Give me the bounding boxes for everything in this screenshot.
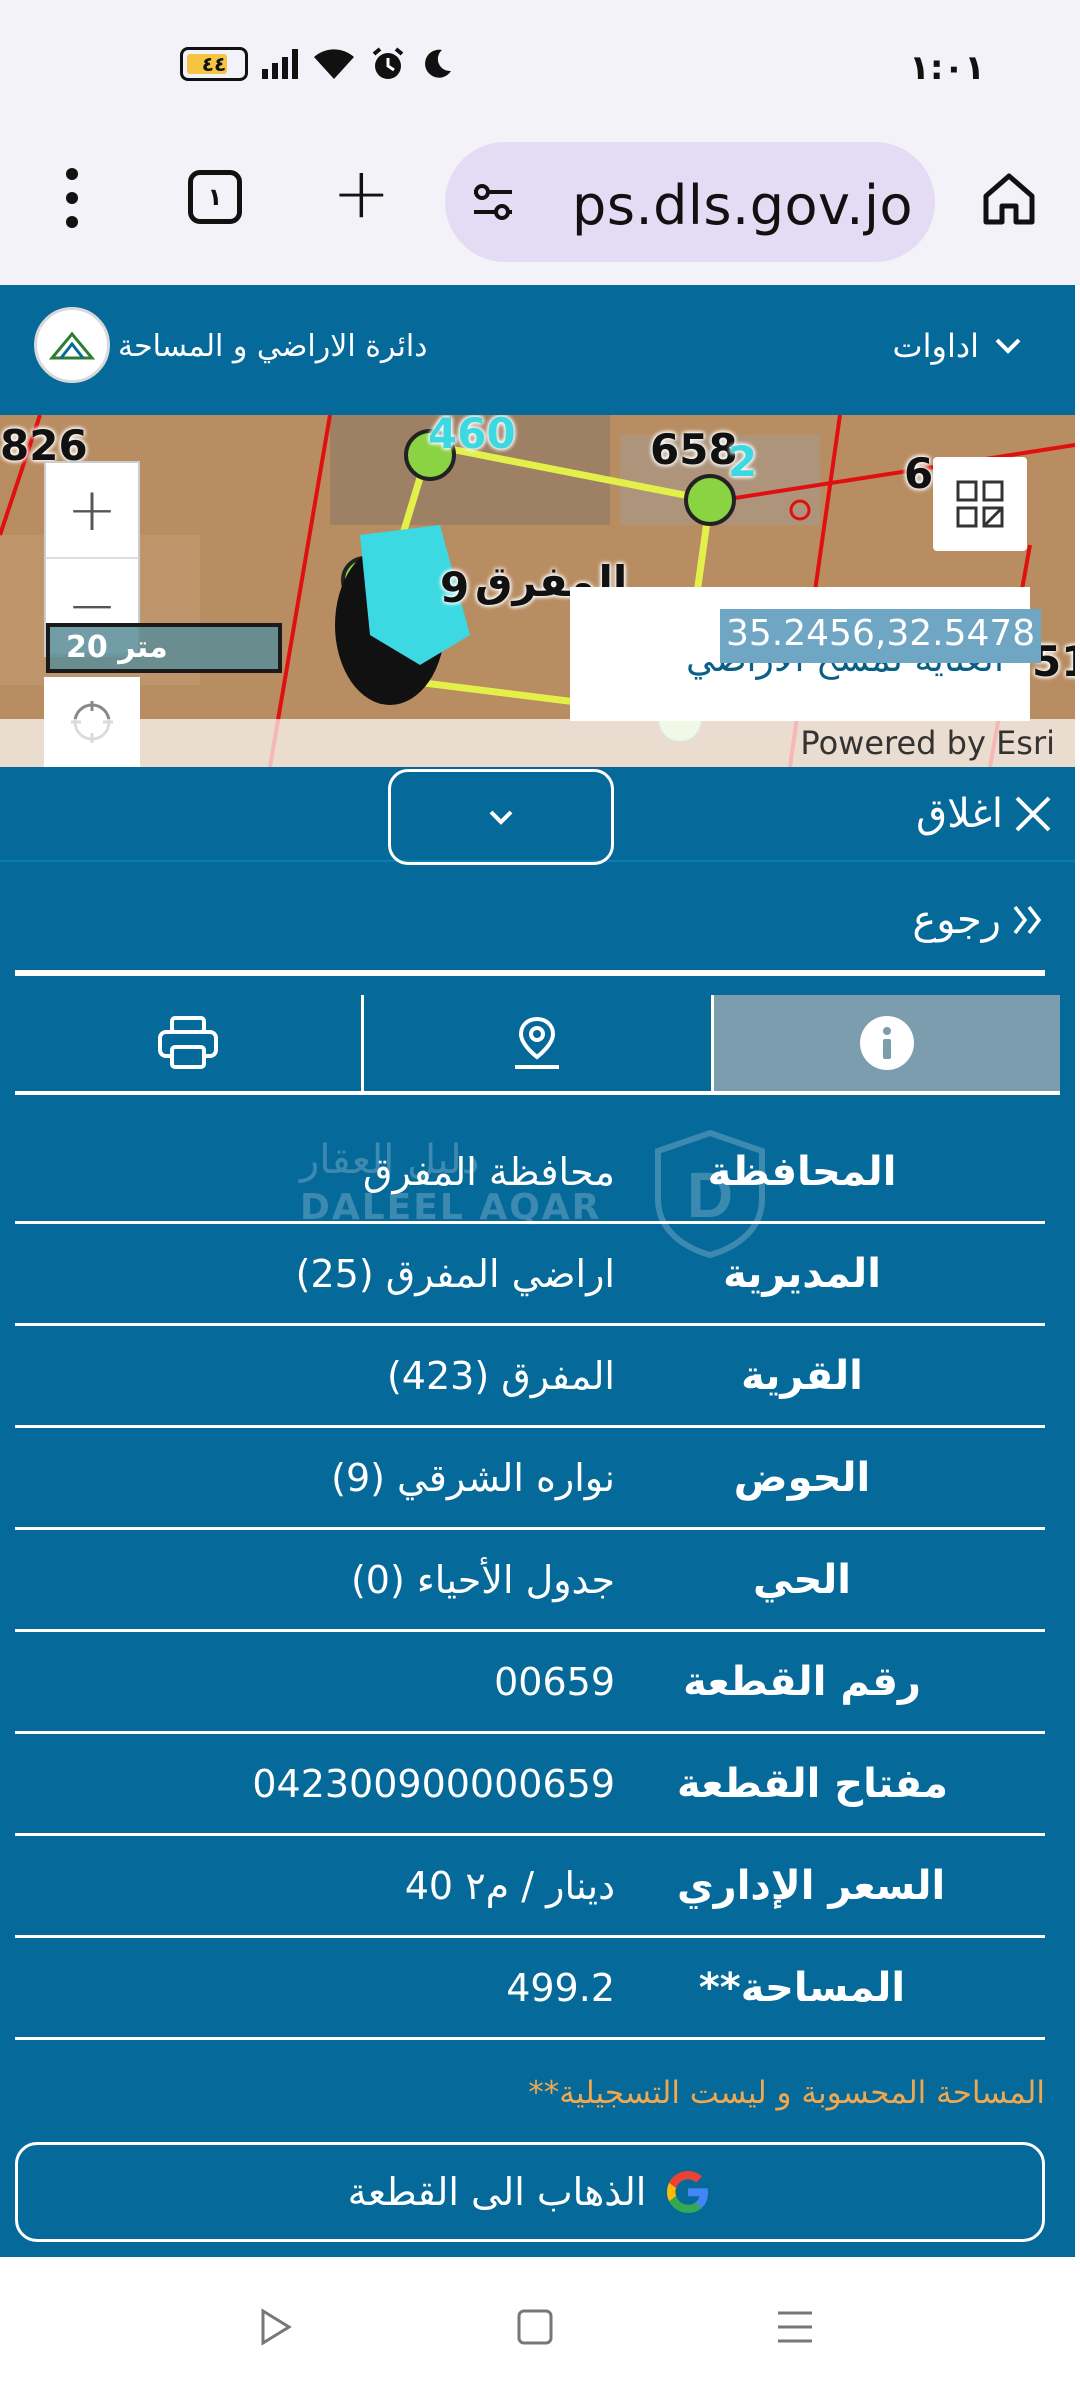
table-row: المحافظة محافظة المفرق [15, 1122, 1045, 1224]
map-pin-icon [515, 1016, 560, 1069]
tab-info[interactable] [710, 995, 1060, 1091]
collapse-panel-button[interactable] [388, 769, 614, 865]
printer-icon [158, 1016, 219, 1069]
back-button[interactable]: رجوع [912, 897, 1045, 943]
coordinates-popup[interactable]: العناية لمسح الاراضي 35.2456,32.5478 [570, 587, 1042, 721]
tab-switcher-button[interactable]: ١ [188, 170, 242, 224]
panel-tabs [15, 995, 1060, 1095]
app-header: دائرة الاراضي و المساحة اداوات [0, 285, 1075, 415]
signal-icon [262, 49, 298, 79]
row-value: 40 دينار / م٢ [404, 1863, 615, 1908]
chevron-down-icon [489, 810, 513, 825]
table-row: مفتاح القطعة 042300900000659 [15, 1734, 1045, 1836]
row-key: رقم القطعة [683, 1658, 921, 1705]
row-value: 499.2 [506, 1965, 615, 2010]
row-key: الحوض [733, 1454, 871, 1501]
back-label: رجوع [912, 897, 1001, 943]
parcel-info-panel: اغلاق رجوع دليل العقار DALEEL AQAR D الم… [0, 767, 1075, 2257]
go-to-parcel-button[interactable]: الذهاب الى القطعة [15, 2142, 1045, 2242]
parcel-label: 460 [428, 415, 516, 458]
address-bar[interactable]: ps.dls.gov.jo [445, 142, 935, 262]
double-chevron-right-icon [1013, 905, 1042, 935]
table-row: القرية المفرق (423) [15, 1326, 1045, 1428]
row-value: المفرق (423) [386, 1353, 615, 1398]
tools-label: اداوات [892, 327, 980, 365]
recents-menu-icon[interactable] [775, 2307, 815, 2347]
row-key: المديرية [723, 1250, 881, 1297]
info-icon [859, 1016, 914, 1070]
tab-location[interactable] [361, 995, 710, 1091]
row-value: اراضي المفرق (25) [295, 1251, 615, 1296]
parcel-label: 658 [650, 425, 738, 474]
google-logo-icon [667, 2171, 709, 2213]
row-key: مفتاح القطعة [677, 1760, 948, 1807]
qr-code-button[interactable] [933, 457, 1027, 551]
row-key: القرية [741, 1352, 863, 1399]
map-attribution: Powered by Esri [0, 719, 1075, 767]
parcel-label: 2 [728, 437, 758, 486]
row-value: 00659 [494, 1659, 615, 1704]
system-nav-bar [0, 2257, 1080, 2400]
row-value: جدول الأحياء (0) [350, 1557, 615, 1602]
go-to-parcel-label: الذهاب الى القطعة [347, 2170, 647, 2214]
alarm-icon [372, 47, 404, 79]
panel-toolbar: اغلاق [0, 767, 1075, 865]
clock: ١:٠١ [909, 48, 985, 88]
back-triangle-icon[interactable] [255, 2307, 295, 2347]
coordinates-value[interactable]: 35.2456,32.5478 [720, 609, 1042, 663]
dls-logo [34, 307, 110, 383]
close-button[interactable]: اغلاق [916, 791, 1053, 837]
home-icon[interactable] [980, 170, 1038, 228]
status-icons: ٤٤ [180, 46, 454, 82]
zoom-in-button[interactable]: + [46, 463, 138, 559]
divider [15, 970, 1045, 976]
url-text: ps.dls.gov.jo [572, 174, 913, 237]
chevron-down-icon [995, 338, 1021, 354]
row-key: الحي [752, 1556, 852, 1603]
table-row: رقم القطعة 00659 [15, 1632, 1045, 1734]
parcel-label: 9 [440, 563, 470, 612]
row-key: السعر الإداري [677, 1862, 946, 1909]
row-value: 042300900000659 [252, 1761, 615, 1806]
home-square-icon[interactable] [515, 2307, 555, 2347]
wifi-icon [314, 49, 354, 79]
new-tab-icon[interactable]: + [332, 158, 391, 228]
app-title: دائرة الاراضي و المساحة [118, 329, 428, 364]
status-bar: ٤٤ ١:٠١ [0, 0, 1080, 130]
browser-toolbar: ١ + ps.dls.gov.jo [0, 130, 1080, 285]
table-row: الحوض نواره الشرقي (9) [15, 1428, 1045, 1530]
moon-icon [425, 49, 451, 78]
table-row: **المساحة 499.2 [15, 1938, 1045, 2040]
tab-print[interactable] [15, 995, 361, 1091]
more-menu-icon[interactable] [52, 168, 92, 228]
tools-menu[interactable]: اداوات [893, 327, 1024, 365]
table-row: الحي جدول الأحياء (0) [15, 1530, 1045, 1632]
qr-code-icon [956, 480, 1004, 528]
row-value: نواره الشرقي (9) [331, 1455, 615, 1500]
map-view[interactable]: 826 460 658 2 6 9 51 المفرق + − 20 متر ا… [0, 415, 1075, 767]
row-value: محافظة المفرق [362, 1149, 615, 1194]
table-row: السعر الإداري 40 دينار / م٢ [15, 1836, 1045, 1938]
parcel-details-table: المحافظة محافظة المفرق المديرية اراضي المف… [15, 1122, 1045, 2040]
parcel-label: 6 [904, 449, 934, 498]
scale-bar: 20 متر [46, 623, 282, 673]
row-key: **المساحة [698, 1964, 906, 2011]
battery-icon: ٤٤ [180, 47, 248, 81]
close-label: اغلاق [916, 791, 1003, 837]
area-note: **المساحة المحسوبة و ليست التسجيلية [528, 2075, 1045, 2111]
table-row: المديرية اراضي المفرق (25) [15, 1224, 1045, 1326]
row-key: المحافظة [707, 1148, 897, 1195]
close-icon [1015, 796, 1051, 832]
site-settings-icon[interactable] [470, 182, 516, 222]
